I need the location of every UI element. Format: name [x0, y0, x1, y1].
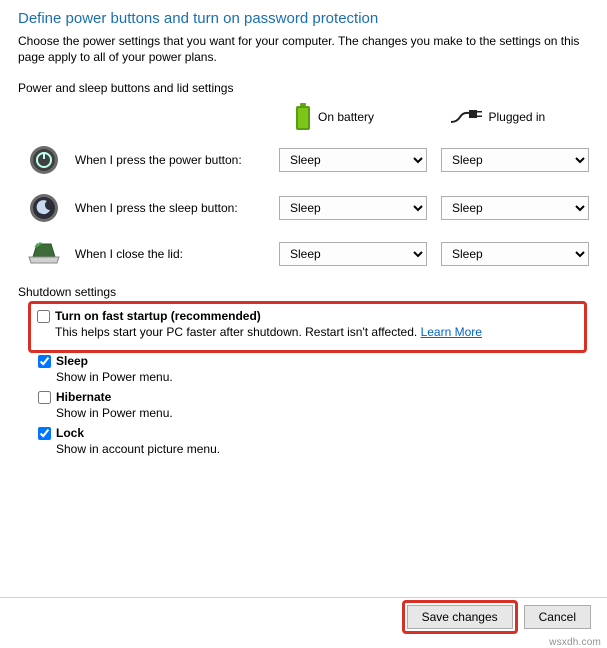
sleep-label: Sleep: [56, 353, 88, 369]
power-button-battery-select[interactable]: Sleep: [279, 148, 427, 172]
fast-startup-desc: This helps start your PC faster after sh…: [55, 325, 421, 339]
hibernate-label: Hibernate: [56, 389, 111, 405]
col-plugged-in: Plugged in: [449, 108, 590, 126]
hibernate-checkbox[interactable]: [38, 391, 51, 404]
watermark: wsxdh.com: [549, 637, 601, 648]
col-on-battery-label: On battery: [318, 110, 374, 124]
row-power-button-label: When I press the power button:: [71, 153, 279, 167]
col-plugged-in-label: Plugged in: [489, 110, 546, 124]
page-description: Choose the power settings that you want …: [18, 33, 589, 65]
lock-label: Lock: [56, 425, 84, 441]
sleep-button-plugged-select[interactable]: Sleep: [441, 196, 589, 220]
cancel-button[interactable]: Cancel: [524, 605, 591, 629]
column-headers: On battery Plugged in: [18, 103, 589, 131]
shutdown-settings-heading: Shutdown settings: [18, 285, 589, 299]
row-power-button: When I press the power button: Sleep Sle…: [18, 145, 589, 175]
sleep-button-battery-select[interactable]: Sleep: [279, 196, 427, 220]
sleep-desc: Show in Power menu.: [56, 369, 589, 385]
hibernate-desc: Show in Power menu.: [56, 405, 589, 421]
laptop-lid-icon: [18, 241, 71, 267]
battery-icon: [294, 103, 312, 131]
lock-checkbox[interactable]: [38, 427, 51, 440]
learn-more-link[interactable]: Learn More: [421, 325, 482, 339]
sleep-checkbox[interactable]: [38, 355, 51, 368]
row-sleep-button-label: When I press the sleep button:: [71, 201, 279, 215]
col-on-battery: On battery: [294, 103, 435, 131]
save-changes-button[interactable]: Save changes: [407, 605, 513, 629]
power-button-plugged-select[interactable]: Sleep: [441, 148, 589, 172]
row-sleep-button: When I press the sleep button: Sleep Sle…: [18, 193, 589, 223]
power-button-icon: [18, 145, 71, 175]
page-title: Define power buttons and turn on passwor…: [18, 10, 589, 27]
fast-startup-highlight: Turn on fast startup (recommended) This …: [28, 301, 587, 353]
footer-divider: [0, 597, 607, 598]
button-bar: Save changes Cancel: [402, 600, 591, 634]
lock-desc: Show in account picture menu.: [56, 441, 589, 457]
row-close-lid: When I close the lid: Sleep Sleep: [18, 241, 589, 267]
sleep-button-icon: [18, 193, 71, 223]
save-button-highlight: Save changes: [402, 600, 518, 634]
plug-icon: [449, 108, 483, 126]
fast-startup-checkbox[interactable]: [37, 310, 50, 323]
lid-plugged-select[interactable]: Sleep: [441, 242, 589, 266]
lid-battery-select[interactable]: Sleep: [279, 242, 427, 266]
fast-startup-label: Turn on fast startup (recommended): [55, 308, 261, 324]
row-close-lid-label: When I close the lid:: [71, 247, 279, 261]
power-sleep-heading: Power and sleep buttons and lid settings: [18, 81, 589, 95]
